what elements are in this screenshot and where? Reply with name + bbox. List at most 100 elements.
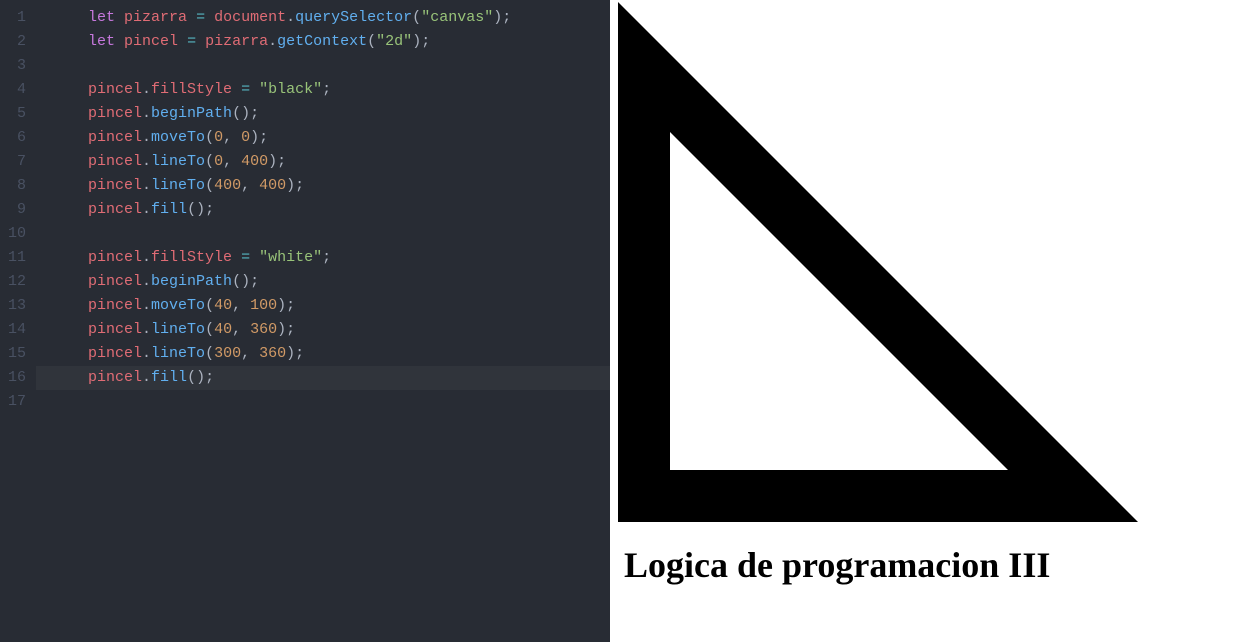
- code-line[interactable]: pincel.lineTo(300, 360);: [52, 342, 610, 366]
- code-line[interactable]: let pizarra = document.querySelector("ca…: [52, 6, 610, 30]
- code-token: );: [493, 9, 511, 26]
- code-token: [115, 9, 124, 26]
- code-token: ,: [223, 129, 241, 146]
- code-token: .: [142, 369, 151, 386]
- triangle-canvas: [618, 2, 1138, 522]
- line-number: 10: [0, 222, 26, 246]
- code-token: 400: [241, 153, 268, 170]
- code-token: [115, 33, 124, 50]
- line-number: 11: [0, 246, 26, 270]
- code-token: pincel: [88, 177, 142, 194]
- code-token: 0: [214, 153, 223, 170]
- code-line[interactable]: pincel.lineTo(400, 400);: [52, 174, 610, 198]
- code-token: pincel: [88, 273, 142, 290]
- line-number: 14: [0, 318, 26, 342]
- code-token: .: [142, 177, 151, 194]
- code-token: fillStyle: [151, 249, 232, 266]
- code-line[interactable]: pincel.fillStyle = "white";: [52, 246, 610, 270]
- code-token: pincel: [88, 321, 142, 338]
- line-number: 12: [0, 270, 26, 294]
- code-token: .: [268, 33, 277, 50]
- code-token: ,: [241, 177, 259, 194]
- code-line[interactable]: pincel.moveTo(40, 100);: [52, 294, 610, 318]
- code-token: (: [205, 153, 214, 170]
- code-token: 360: [250, 321, 277, 338]
- code-token: fillStyle: [151, 81, 232, 98]
- line-number: 7: [0, 150, 26, 174]
- code-line[interactable]: pincel.lineTo(40, 360);: [52, 318, 610, 342]
- code-token: pizarra: [205, 33, 268, 50]
- code-token: );: [412, 33, 430, 50]
- code-token: [178, 33, 187, 50]
- code-token: let: [88, 33, 115, 50]
- code-token: pincel: [124, 33, 178, 50]
- code-token: =: [187, 33, 196, 50]
- code-token: .: [142, 249, 151, 266]
- code-line[interactable]: [52, 54, 610, 78]
- code-line[interactable]: [52, 222, 610, 246]
- code-token: [196, 33, 205, 50]
- code-token: [52, 129, 88, 146]
- code-token: .: [142, 297, 151, 314]
- code-token: );: [286, 345, 304, 362]
- code-line[interactable]: pincel.lineTo(0, 400);: [52, 150, 610, 174]
- code-token: pincel: [88, 105, 142, 122]
- code-line[interactable]: [52, 390, 610, 414]
- code-token: (: [205, 345, 214, 362]
- code-line[interactable]: pincel.beginPath();: [52, 270, 610, 294]
- code-token: pincel: [88, 81, 142, 98]
- code-token: ();: [187, 201, 214, 218]
- code-line[interactable]: pincel.beginPath();: [52, 102, 610, 126]
- code-token: [250, 249, 259, 266]
- code-line[interactable]: pincel.fill();: [52, 198, 610, 222]
- code-line[interactable]: pincel.fill();: [36, 366, 610, 390]
- line-number: 4: [0, 78, 26, 102]
- code-token: pincel: [88, 153, 142, 170]
- line-number: 5: [0, 102, 26, 126]
- code-editor-pane[interactable]: 1234567891011121314151617 let pizarra = …: [0, 0, 610, 642]
- code-token: [52, 33, 88, 50]
- code-token: [232, 249, 241, 266]
- code-token: "canvas": [421, 9, 493, 26]
- code-token: fill: [151, 201, 187, 218]
- code-token: pincel: [88, 201, 142, 218]
- code-token: 40: [214, 297, 232, 314]
- code-token: );: [250, 129, 268, 146]
- code-token: 300: [214, 345, 241, 362]
- code-token: );: [286, 177, 304, 194]
- code-token: [52, 273, 88, 290]
- code-token: [205, 9, 214, 26]
- code-token: [232, 81, 241, 98]
- code-token: beginPath: [151, 273, 232, 290]
- code-token: "black": [259, 81, 322, 98]
- code-token: .: [142, 201, 151, 218]
- line-number: 9: [0, 198, 26, 222]
- code-token: 40: [214, 321, 232, 338]
- code-token: =: [241, 249, 250, 266]
- code-token: lineTo: [151, 345, 205, 362]
- line-number: 16: [0, 366, 26, 390]
- code-token: [52, 201, 88, 218]
- code-token: pincel: [88, 369, 142, 386]
- code-token: .: [142, 273, 151, 290]
- code-token: 400: [214, 177, 241, 194]
- code-line[interactable]: pincel.moveTo(0, 0);: [52, 126, 610, 150]
- code-token: 100: [250, 297, 277, 314]
- code-token: ,: [241, 345, 259, 362]
- code-token: lineTo: [151, 177, 205, 194]
- canvas-output: [618, 2, 1138, 522]
- code-token: ,: [232, 321, 250, 338]
- code-line[interactable]: pincel.fillStyle = "black";: [52, 78, 610, 102]
- code-line[interactable]: let pincel = pizarra.getContext("2d");: [52, 30, 610, 54]
- line-number: 6: [0, 126, 26, 150]
- line-number: 13: [0, 294, 26, 318]
- code-token: pizarra: [124, 9, 187, 26]
- code-token: [52, 177, 88, 194]
- code-token: [52, 345, 88, 362]
- code-token: [52, 297, 88, 314]
- code-token: [52, 81, 88, 98]
- code-token: [52, 321, 88, 338]
- code-text-area[interactable]: let pizarra = document.querySelector("ca…: [36, 0, 610, 642]
- code-token: (: [205, 321, 214, 338]
- code-token: lineTo: [151, 153, 205, 170]
